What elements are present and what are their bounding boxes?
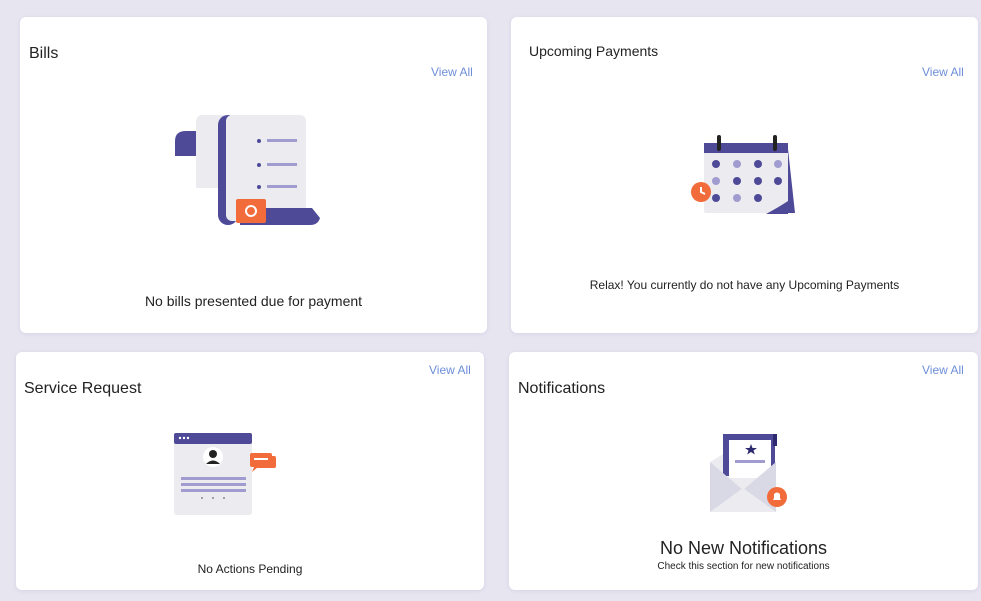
bills-empty-message: No bills presented due for payment	[144, 293, 363, 309]
bills-card: Bills View All No bills presented due fo…	[20, 17, 487, 333]
upcoming-payments-empty-message: Relax! You currently do not have any Upc…	[589, 278, 900, 292]
service-request-card: Service Request View All No Actions Pend…	[16, 352, 484, 590]
bills-view-all-link[interactable]: View All	[431, 65, 473, 79]
bills-title: Bills	[29, 45, 59, 62]
service-request-view-all-link[interactable]: View All	[429, 363, 471, 377]
upcoming-payments-title: Upcoming Payments	[529, 43, 659, 59]
notifications-view-all-link[interactable]: View All	[922, 363, 964, 377]
notifications-empty-title: No New Notifications	[659, 538, 828, 558]
envelope-bell-icon	[710, 434, 787, 512]
notifications-card: Notifications View All No New Notificati…	[509, 352, 978, 590]
bill-scroll-icon	[175, 115, 320, 225]
upcoming-payments-card: Upcoming Payments View All Relax! You cu…	[511, 17, 978, 333]
notifications-title: Notifications	[518, 380, 606, 397]
profile-chat-icon	[174, 433, 276, 515]
upcoming-payments-view-all-link[interactable]: View All	[922, 65, 964, 79]
calendar-clock-icon	[691, 135, 795, 214]
service-request-title: Service Request	[24, 380, 142, 397]
service-request-empty-message: No Actions Pending	[197, 562, 303, 576]
notifications-empty-subtitle: Check this section for new notifications	[657, 561, 830, 572]
